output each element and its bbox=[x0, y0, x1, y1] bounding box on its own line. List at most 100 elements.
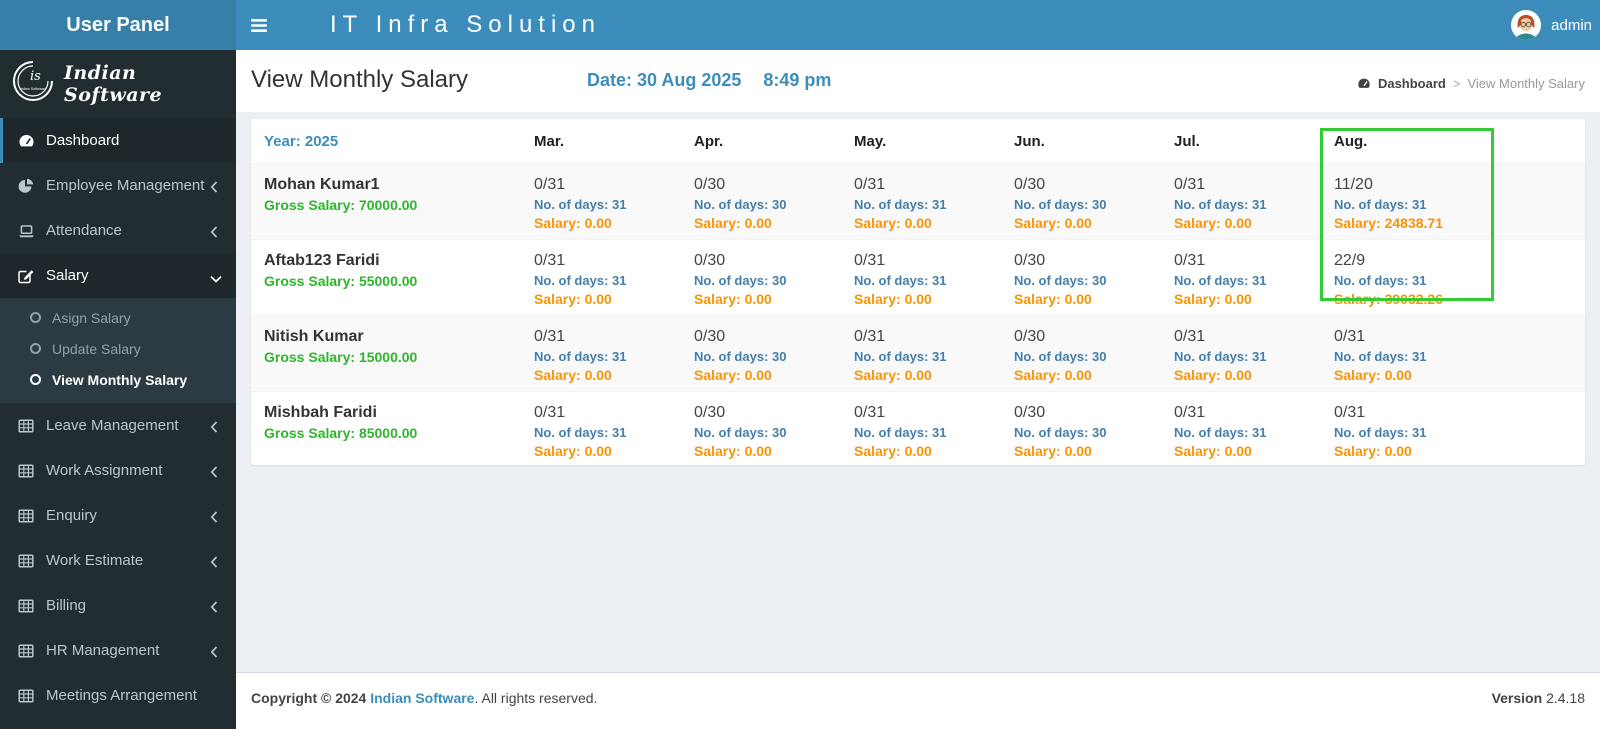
circle-icon bbox=[30, 312, 41, 323]
sidebar-item-employee-management[interactable]: Employee Management bbox=[0, 163, 236, 208]
sidebar-item-work-assignment[interactable]: Work Assignment bbox=[0, 448, 236, 493]
attendance-ratio: 0/31 bbox=[534, 327, 566, 345]
sidebar-item-billing[interactable]: Billing bbox=[0, 583, 236, 628]
indian-software-logo-icon: is Indian Software bbox=[10, 58, 56, 111]
attendance-ratio: 0/30 bbox=[694, 175, 726, 193]
month-cell-apr: 0/30 No. of days: 30 Salary: 0.00 bbox=[681, 163, 841, 240]
table-icon bbox=[18, 463, 35, 479]
days-label: No. of days: 30 bbox=[694, 272, 787, 288]
breadcrumb-separator: > bbox=[1452, 76, 1461, 91]
month-cell-mar: 0/31 No. of days: 31 Salary: 0.00 bbox=[521, 163, 681, 240]
dashboard-icon bbox=[1357, 77, 1371, 90]
sidebar-menu: Dashboard Employee Management Attendance bbox=[0, 118, 236, 718]
sidebar-subitem-label: Asign Salary bbox=[52, 309, 131, 326]
sidebar-item-label: Work Estimate bbox=[46, 552, 144, 569]
attendance-ratio: 22/9 bbox=[1334, 251, 1366, 269]
month-cell-jun: 0/30 No. of days: 30 Salary: 0.00 bbox=[1001, 315, 1161, 392]
sidebar-item-attendance[interactable]: Attendance bbox=[0, 208, 236, 253]
sidebar-item-label: HR Management bbox=[46, 642, 160, 659]
employee-gross-salary: Gross Salary: 85000.00 bbox=[264, 424, 418, 441]
attendance-ratio: 0/30 bbox=[1014, 251, 1046, 269]
attendance-ratio: 0/31 bbox=[1174, 403, 1206, 421]
attendance-ratio: 0/31 bbox=[1334, 403, 1366, 421]
chevron-left-icon bbox=[210, 510, 220, 523]
month-cell-may: 0/31 No. of days: 31 Salary: 0.00 bbox=[841, 239, 1001, 316]
days-label: No. of days: 30 bbox=[694, 196, 787, 212]
month-header-apr: Apr. bbox=[681, 119, 841, 164]
days-label: No. of days: 31 bbox=[1334, 196, 1427, 212]
month-cell-jun: 0/30 No. of days: 30 Salary: 0.00 bbox=[1001, 239, 1161, 316]
month-header-mar: Mar. bbox=[521, 119, 681, 164]
chevron-left-icon bbox=[210, 225, 220, 238]
sidebar-item-label: Enquiry bbox=[46, 507, 97, 524]
month-cell-mar: 0/31 No. of days: 31 Salary: 0.00 bbox=[521, 391, 681, 468]
sidebar-item-label: Work Assignment bbox=[46, 462, 163, 479]
user-menu[interactable]: admin bbox=[1511, 0, 1592, 50]
breadcrumb: Dashboard > View Monthly Salary bbox=[1357, 76, 1585, 91]
sidebar-subitem-asign-salary[interactable]: Asign Salary bbox=[0, 302, 236, 333]
svg-text:is: is bbox=[30, 69, 41, 84]
days-label: No. of days: 30 bbox=[1014, 348, 1107, 364]
table-icon bbox=[18, 418, 35, 434]
salary-label: Salary: 0.00 bbox=[694, 442, 772, 459]
sidebar-item-salary[interactable]: Salary bbox=[0, 253, 236, 298]
month-cell-jun: 0/30 No. of days: 30 Salary: 0.00 bbox=[1001, 391, 1161, 468]
days-label: No. of days: 31 bbox=[1174, 348, 1267, 364]
year-header: Year: 2025 bbox=[251, 119, 521, 164]
employee-name: Mishbah Faridi bbox=[264, 403, 377, 421]
employee-gross-salary: Gross Salary: 15000.00 bbox=[264, 348, 418, 365]
table-icon bbox=[18, 598, 35, 614]
sidebar-toggle-button[interactable] bbox=[236, 0, 282, 50]
sidebar-item-dashboard[interactable]: Dashboard bbox=[0, 118, 236, 163]
employee-gross-salary: Gross Salary: 55000.00 bbox=[264, 272, 418, 289]
attendance-ratio: 0/31 bbox=[854, 403, 886, 421]
table-icon bbox=[18, 508, 35, 524]
sidebar-item-meetings-arrangement[interactable]: Meetings Arrangement bbox=[0, 673, 236, 718]
salary-label: Salary: 0.00 bbox=[1174, 442, 1252, 459]
page-title: View Monthly Salary bbox=[251, 66, 468, 93]
sidebar-brand[interactable]: is Indian Software Indian Software bbox=[0, 50, 236, 118]
salary-label: Salary: 0.00 bbox=[694, 290, 772, 307]
sidebar-item-label: Leave Management bbox=[46, 417, 179, 434]
footer-brand-link[interactable]: Indian Software bbox=[370, 690, 474, 706]
month-cell-may: 0/31 No. of days: 31 Salary: 0.00 bbox=[841, 315, 1001, 392]
sidebar-item-enquiry[interactable]: Enquiry bbox=[0, 493, 236, 538]
salary-label: Salary: 0.00 bbox=[1014, 366, 1092, 383]
sidebar-subitem-view-monthly-salary[interactable]: View Monthly Salary bbox=[0, 364, 236, 395]
attendance-ratio: 0/30 bbox=[1014, 175, 1046, 193]
content-header: View Monthly Salary Date: 30 Aug 2025 8:4… bbox=[236, 50, 1600, 112]
sidebar-item-leave-management[interactable]: Leave Management bbox=[0, 403, 236, 448]
month-cell-jul: 0/31 No. of days: 31 Salary: 0.00 bbox=[1161, 315, 1321, 392]
month-header-jul: Jul. bbox=[1161, 119, 1321, 164]
top-navbar: User Panel IT Infra Solution admin bbox=[0, 0, 1600, 50]
attendance-ratio: 0/31 bbox=[1174, 327, 1206, 345]
chevron-left-icon bbox=[210, 600, 220, 613]
salary-label: Salary: 0.00 bbox=[1334, 366, 1412, 383]
sidebar-item-hr-management[interactable]: HR Management bbox=[0, 628, 236, 673]
date-label: Date: 30 Aug 2025 bbox=[587, 70, 742, 90]
month-cell-mar: 0/31 No. of days: 31 Salary: 0.00 bbox=[521, 239, 681, 316]
pie-chart-icon bbox=[18, 178, 35, 194]
salary-label: Salary: 0.00 bbox=[854, 442, 932, 459]
days-label: No. of days: 30 bbox=[1014, 272, 1107, 288]
version-label: Version bbox=[1491, 690, 1543, 706]
month-header-jun: Jun. bbox=[1001, 119, 1161, 164]
sidebar-subitem-update-salary[interactable]: Update Salary bbox=[0, 333, 236, 364]
sidebar-item-label: Employee Management bbox=[46, 177, 205, 194]
table-row: Nitish Kumar Gross Salary: 15000.00 0/31… bbox=[251, 315, 1585, 392]
month-cell-jul: 0/31 No. of days: 31 Salary: 0.00 bbox=[1161, 163, 1321, 240]
salary-submenu-wrap: Asign Salary Update Salary View Monthly … bbox=[0, 298, 236, 403]
sidebar-item-work-estimate[interactable]: Work Estimate bbox=[0, 538, 236, 583]
breadcrumb-dashboard-link[interactable]: Dashboard bbox=[1378, 76, 1446, 91]
salary-label: Salary: 0.00 bbox=[854, 290, 932, 307]
month-header-aug: Aug. bbox=[1321, 119, 1585, 164]
attendance-ratio: 0/31 bbox=[534, 403, 566, 421]
days-label: No. of days: 31 bbox=[854, 424, 947, 440]
user-panel-title: User Panel bbox=[66, 13, 170, 36]
edit-icon bbox=[18, 268, 35, 284]
attendance-ratio: 0/31 bbox=[1174, 251, 1206, 269]
attendance-ratio: 0/30 bbox=[1014, 403, 1046, 421]
salary-label: Salary: 0.00 bbox=[534, 366, 612, 383]
month-cell-may: 0/31 No. of days: 31 Salary: 0.00 bbox=[841, 391, 1001, 468]
user-panel-logo[interactable]: User Panel bbox=[0, 0, 236, 50]
